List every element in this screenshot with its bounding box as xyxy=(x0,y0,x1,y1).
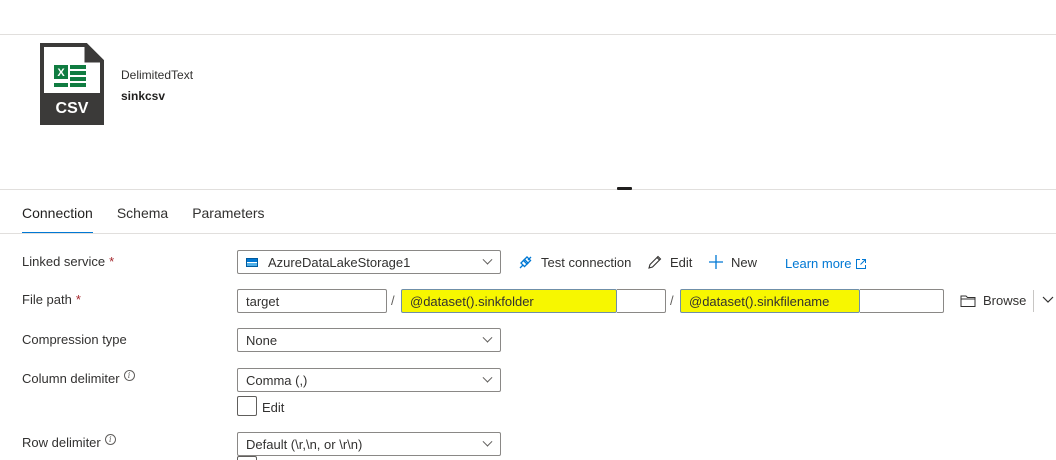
browse-split-divider xyxy=(1033,290,1034,312)
row-delimiter-label: Row delimiter i xyxy=(22,434,116,450)
row-delimiter-select[interactable]: Default (\r,\n, or \r\n) xyxy=(237,432,501,456)
panel-splitter xyxy=(0,189,1056,190)
pencil-icon xyxy=(648,255,662,269)
svg-text:X: X xyxy=(57,67,65,79)
browse-button[interactable]: Browse xyxy=(960,293,1026,308)
file-path-filename-input[interactable]: @dataset().sinkfilename xyxy=(680,289,860,313)
csv-file-icon: X CSV xyxy=(40,43,104,125)
chevron-down-icon xyxy=(482,254,493,265)
chevron-down-icon xyxy=(482,436,493,447)
file-path-label: File path * xyxy=(22,292,81,307)
column-delimiter-select[interactable]: Comma (,) xyxy=(237,368,501,392)
info-icon[interactable]: i xyxy=(123,370,135,381)
compression-type-select[interactable]: None xyxy=(237,328,501,352)
external-link-icon xyxy=(856,258,867,269)
csv-icon-label: CSV xyxy=(56,100,89,117)
tab-connection[interactable]: Connection xyxy=(22,205,93,234)
tabs-divider xyxy=(0,233,1056,234)
file-path-directory-input[interactable]: @dataset().sinkfolder xyxy=(401,289,617,313)
tab-bar: Connection Schema Parameters xyxy=(22,205,289,234)
directory-input-tail[interactable] xyxy=(617,289,666,313)
chevron-down-icon[interactable] xyxy=(1042,296,1054,304)
filename-input-tail[interactable] xyxy=(860,289,944,313)
storage-account-icon xyxy=(246,257,258,267)
dataset-name: sinkcsv xyxy=(121,89,166,103)
splitter-handle[interactable] xyxy=(617,187,632,190)
required-mark: * xyxy=(75,292,81,307)
path-separator: / xyxy=(391,293,395,308)
tab-parameters[interactable]: Parameters xyxy=(192,205,264,231)
plus-icon xyxy=(709,255,723,269)
column-delimiter-edit-checkbox[interactable] xyxy=(237,396,257,416)
row-delimiter-edit-checkbox[interactable] xyxy=(237,456,257,460)
compression-type-label: Compression type xyxy=(22,332,127,347)
plug-connection-icon xyxy=(519,256,532,269)
linked-service-select[interactable]: AzureDataLakeStorage1 xyxy=(237,250,501,274)
column-delimiter-label: Column delimiter i xyxy=(22,370,135,386)
path-separator: / xyxy=(670,293,674,308)
column-delimiter-edit-label: Edit xyxy=(262,400,285,415)
tab-schema[interactable]: Schema xyxy=(117,205,168,231)
chevron-down-icon xyxy=(482,372,493,383)
file-path-container-input[interactable]: target xyxy=(237,289,387,313)
learn-more-link[interactable]: Learn more xyxy=(785,256,867,271)
linked-service-label: Linked service * xyxy=(22,254,115,269)
test-connection-button[interactable]: Test connection xyxy=(517,254,631,271)
folder-icon xyxy=(960,295,976,307)
required-mark: * xyxy=(109,254,115,269)
dataset-header xyxy=(0,35,1056,188)
chevron-down-icon xyxy=(482,332,493,343)
info-icon[interactable]: i xyxy=(104,434,116,445)
new-linked-service-button[interactable]: New xyxy=(708,254,757,270)
dataset-type: DelimitedText xyxy=(121,68,194,82)
edit-linked-service-button[interactable]: Edit xyxy=(647,254,692,270)
